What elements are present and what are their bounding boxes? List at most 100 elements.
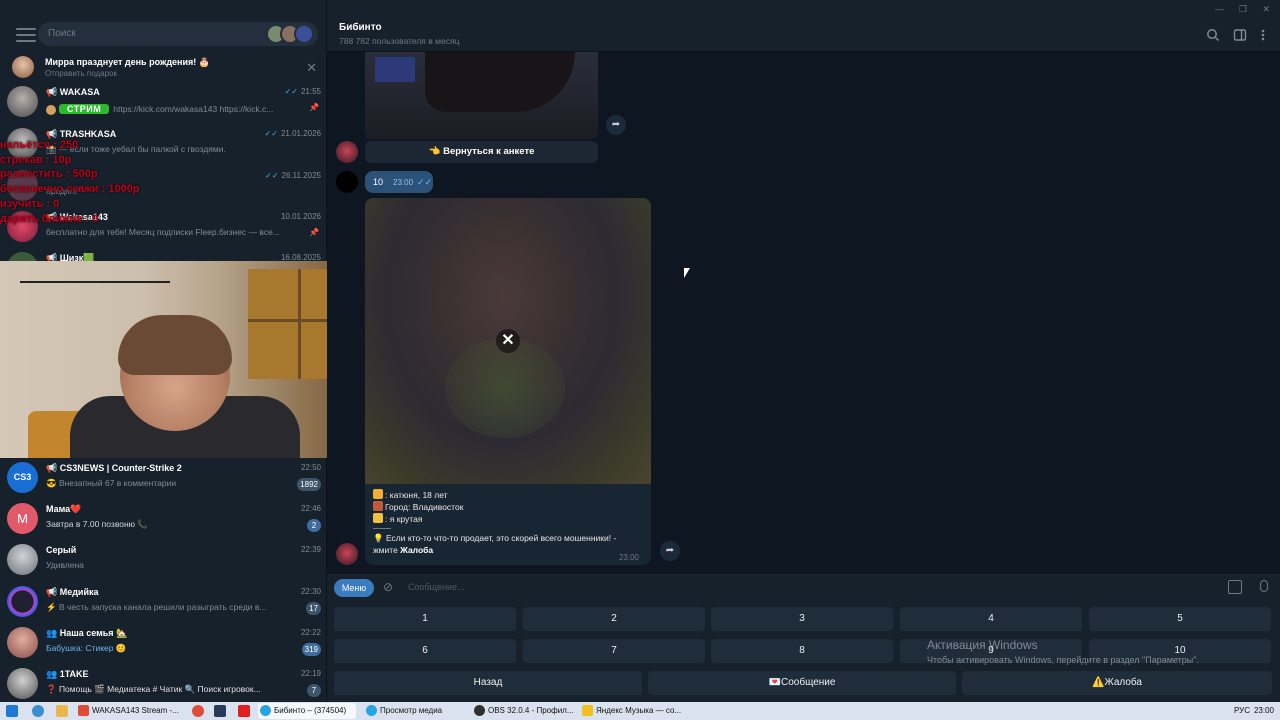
birthday-subtitle[interactable]: Отправить подарок bbox=[45, 69, 117, 78]
person-icon bbox=[373, 489, 383, 499]
keyboard-toggle-icon[interactable] bbox=[1228, 580, 1242, 594]
blurred-photo[interactable]: ✕ bbox=[365, 198, 651, 484]
chat-preview: 😎 Внезапный 67 в комментарии bbox=[46, 478, 177, 488]
keyboard-button[interactable]: 8 bbox=[711, 639, 893, 663]
keyboard-button[interactable]: 2 bbox=[523, 607, 705, 631]
chat-time: 22:19 bbox=[300, 669, 321, 678]
edge-icon[interactable] bbox=[32, 705, 44, 717]
overlay-line: разместить : 500р bbox=[0, 168, 98, 181]
folder-icon[interactable] bbox=[56, 705, 68, 717]
keyboard-button[interactable]: 1 bbox=[334, 607, 516, 631]
message-button[interactable]: 💌Сообщение bbox=[648, 671, 956, 695]
chat-name: 👥 1TAKE bbox=[46, 669, 89, 679]
message-input[interactable]: Сообщение... bbox=[408, 582, 464, 592]
bot-menu-button[interactable]: Меню bbox=[334, 579, 374, 597]
yandex-icon[interactable] bbox=[192, 705, 204, 717]
chat-time: ✓✓ 21.01.2026 bbox=[264, 129, 321, 138]
mouse-cursor bbox=[684, 268, 690, 278]
chat-name: 📢 WAKASA bbox=[46, 87, 100, 97]
forward-icon[interactable]: ➦ bbox=[606, 115, 626, 135]
chat-time: 22:30 bbox=[300, 587, 321, 596]
report-button[interactable]: ⚠️Жалоба bbox=[962, 671, 1272, 695]
more-options-icon[interactable] bbox=[1256, 28, 1270, 42]
back-button[interactable]: Назад bbox=[334, 671, 642, 695]
warning-bold: Жалоба bbox=[400, 545, 434, 555]
search-icon[interactable] bbox=[1206, 28, 1220, 42]
bot-avatar[interactable] bbox=[336, 141, 358, 163]
bot-avatar[interactable] bbox=[336, 543, 358, 565]
chat-item-mama[interactable]: M Мама❤️ Завтра в 7.00 позвоню 📞 22:46 2 bbox=[0, 499, 326, 540]
outgoing-message[interactable]: 10 23:00 ✓✓ bbox=[365, 171, 433, 193]
chat-preview: бесплатно для тебя! Месяц подписки Fleep… bbox=[46, 227, 280, 237]
steam-icon[interactable] bbox=[214, 705, 226, 717]
taskbar-item[interactable]: Просмотр медиа bbox=[364, 703, 464, 719]
close-icon[interactable]: ✕ bbox=[306, 60, 317, 76]
chat-time: ✓✓ 21:55 bbox=[284, 87, 321, 96]
chat-time: 22:50 bbox=[300, 463, 321, 472]
back-to-profile-button[interactable]: 👈 Вернуться к анкете bbox=[365, 141, 598, 163]
chat-header[interactable]: Бибинто 788 782 пользователя в месяц — ❐… bbox=[327, 0, 1280, 52]
keyboard-button[interactable]: 6 bbox=[334, 639, 516, 663]
microphone-icon[interactable] bbox=[1260, 580, 1268, 592]
user-avatar[interactable] bbox=[336, 171, 358, 193]
close-window-icon[interactable]: ✕ bbox=[1262, 4, 1270, 15]
webcam-overlay bbox=[0, 261, 352, 458]
avatar bbox=[7, 668, 38, 699]
read-check-icon: ✓✓ bbox=[284, 87, 298, 96]
overlay-line: дарить ближне : 0 bbox=[0, 212, 99, 225]
keyboard-button[interactable]: 3 bbox=[711, 607, 893, 631]
chat-item-1take[interactable]: 👥 1TAKE ❓ Помощь 🎬 Медиатека # Чатик 🔍 П… bbox=[0, 664, 326, 702]
bot-keyboard: 1 2 3 4 5 6 7 8 9 10 Назад 💌Сообщение ⚠️… bbox=[327, 602, 1280, 702]
windows-activation-title: Активация Windows bbox=[927, 638, 1038, 652]
unread-badge: 1892 bbox=[297, 478, 321, 491]
attach-icon[interactable]: ⊘ bbox=[383, 580, 393, 594]
message-photo[interactable] bbox=[365, 52, 598, 139]
story-avatars[interactable] bbox=[266, 24, 314, 44]
hamburger-menu-icon[interactable] bbox=[16, 28, 36, 42]
arm-icon bbox=[373, 513, 383, 523]
pin-icon: 📌 bbox=[309, 103, 319, 112]
taskbar-item-telegram[interactable]: Бибинто – (374504) bbox=[258, 703, 356, 719]
chat-item-seryi[interactable]: Серый Удивлена 22:39 bbox=[0, 540, 326, 581]
birthday-banner[interactable]: Мирра празднует день рождения! 🎂 Отправи… bbox=[0, 52, 326, 82]
chat-item-mediyka[interactable]: 📢 Медийка ⚡ В честь запуска канала решил… bbox=[0, 582, 326, 623]
profile-caption: : катюня, 18 лет Город: Владивосток : я … bbox=[373, 489, 643, 562]
chat-preview-text: https://kick.com/wakasa143 https://kick.… bbox=[113, 104, 274, 114]
keyboard-button[interactable]: 7 bbox=[523, 639, 705, 663]
language-indicator[interactable]: РУС bbox=[1234, 702, 1250, 720]
chat-preview: Удивлена bbox=[46, 560, 84, 570]
sidebar-toggle-icon[interactable] bbox=[1233, 28, 1247, 42]
maximize-icon[interactable]: ❐ bbox=[1239, 4, 1247, 15]
chat-preview: ❓ Помощь 🎬 Медиатека # Чатик 🔍 Поиск игр… bbox=[46, 684, 261, 694]
stream-donation-overlay: напьётся : 250 стрекав : 10р разместить … bbox=[0, 138, 200, 226]
taskbar-item[interactable]: OBS 32.0.4 - Профил... bbox=[472, 703, 576, 719]
taskbar-item[interactable]: Яндекс Музыка — со... bbox=[580, 703, 684, 719]
chat-time: 10.01.2026 bbox=[280, 212, 321, 221]
telegram-window: Поиск Мирра празднует день рождения! 🎂 О… bbox=[0, 0, 1280, 702]
chat-item-wakasa[interactable]: 📢 WAKASA СТРИМ https://kick.com/wakasa143… bbox=[0, 82, 326, 123]
keyboard-button[interactable]: 4 bbox=[900, 607, 1082, 631]
search-input[interactable]: Поиск bbox=[38, 22, 318, 46]
search-placeholder: Поиск bbox=[48, 28, 76, 39]
chat-time: ✓✓ 26.11.2025 bbox=[265, 171, 321, 180]
keyboard-button[interactable]: 5 bbox=[1089, 607, 1271, 631]
close-icon[interactable]: ✕ bbox=[496, 329, 520, 353]
overlay-line: бесконечно скажи : 1000р bbox=[0, 183, 140, 196]
start-icon[interactable] bbox=[6, 705, 18, 717]
clock[interactable]: 23:00 bbox=[1254, 702, 1274, 720]
message-time: 23:00 bbox=[618, 553, 639, 562]
avatar bbox=[7, 544, 38, 575]
profile-line: : катюня, 18 лет bbox=[385, 490, 448, 500]
profile-message[interactable]: ✕ : катюня, 18 лет Город: Владивосток : … bbox=[365, 198, 651, 565]
minimize-icon[interactable]: — bbox=[1215, 4, 1224, 14]
chat-preview: Завтра в 7.00 позвоню 📞 bbox=[46, 519, 148, 529]
chat-name: 📢 Медийка bbox=[46, 587, 99, 597]
story-avatar[interactable] bbox=[294, 24, 314, 44]
taskbar-item[interactable]: WAKASA143 Stream -... bbox=[76, 703, 186, 719]
forward-icon[interactable]: ➦ bbox=[660, 541, 680, 561]
chat-item-cs3news[interactable]: CS3 📢 CS3NEWS | Counter-Strike 2 😎 Внеза… bbox=[0, 458, 326, 499]
yandex-browser-icon[interactable] bbox=[238, 705, 250, 717]
chat-title[interactable]: Бибинто bbox=[339, 22, 382, 33]
chat-subtitle: 788 782 пользователя в месяц bbox=[339, 36, 460, 46]
chat-item-nasha-semya[interactable]: 👥 Наша семья 🏡 Бабушка: Стикер 😊 22:22 3… bbox=[0, 623, 326, 664]
